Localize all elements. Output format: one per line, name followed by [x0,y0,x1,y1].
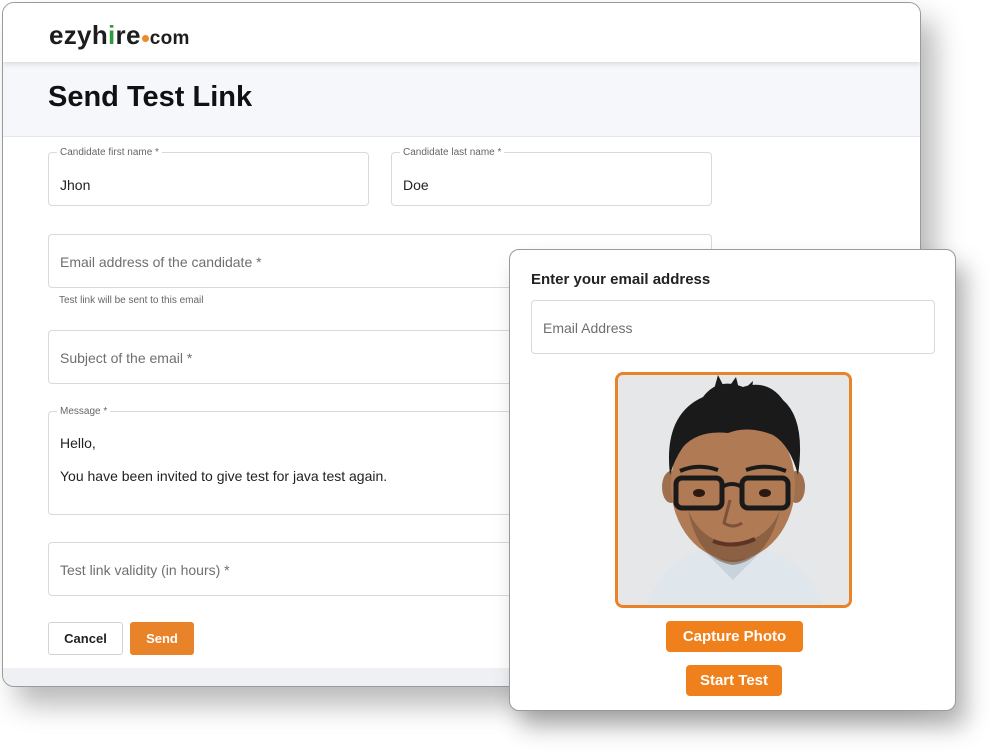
email-capture-modal: Enter your email address Email Address C… [509,249,956,711]
last-name-field[interactable]: Candidate last name * Doe [391,147,712,206]
capture-photo-button[interactable]: Capture Photo [666,621,803,652]
message-line-1: Hello, [60,435,96,451]
top-bar: ezyhire com [3,3,920,62]
message-line-2: You have been invited to give test for j… [60,468,388,484]
email-placeholder: Email address of the candidate * [60,254,262,270]
first-name-field[interactable]: Candidate first name * Jhon [48,147,369,206]
candidate-photo-image [618,375,849,605]
first-name-label: Candidate first name * [57,147,162,158]
modal-email-placeholder: Email Address [543,320,633,336]
validity-placeholder: Test link validity (in hours) * [60,562,230,578]
last-name-label: Candidate last name * [400,147,505,158]
ezyhire-logo[interactable]: ezyhire com [49,20,190,54]
start-test-button[interactable]: Start Test [686,665,782,696]
modal-email-input[interactable]: Email Address [531,300,935,354]
modal-title: Enter your email address [531,271,711,288]
last-name-value: Doe [403,177,429,193]
logo-i-mark: i [108,20,116,50]
send-button[interactable]: Send [130,622,194,655]
logo-dot [141,35,149,42]
first-name-value: Jhon [60,177,91,193]
email-helper-text: Test link will be sent to this email [59,295,204,306]
message-label: Message * [57,406,111,417]
page-title: Send Test Link [48,81,253,113]
subject-placeholder: Subject of the email * [60,350,193,366]
candidate-photo [615,372,852,608]
cancel-button[interactable]: Cancel [48,622,123,655]
